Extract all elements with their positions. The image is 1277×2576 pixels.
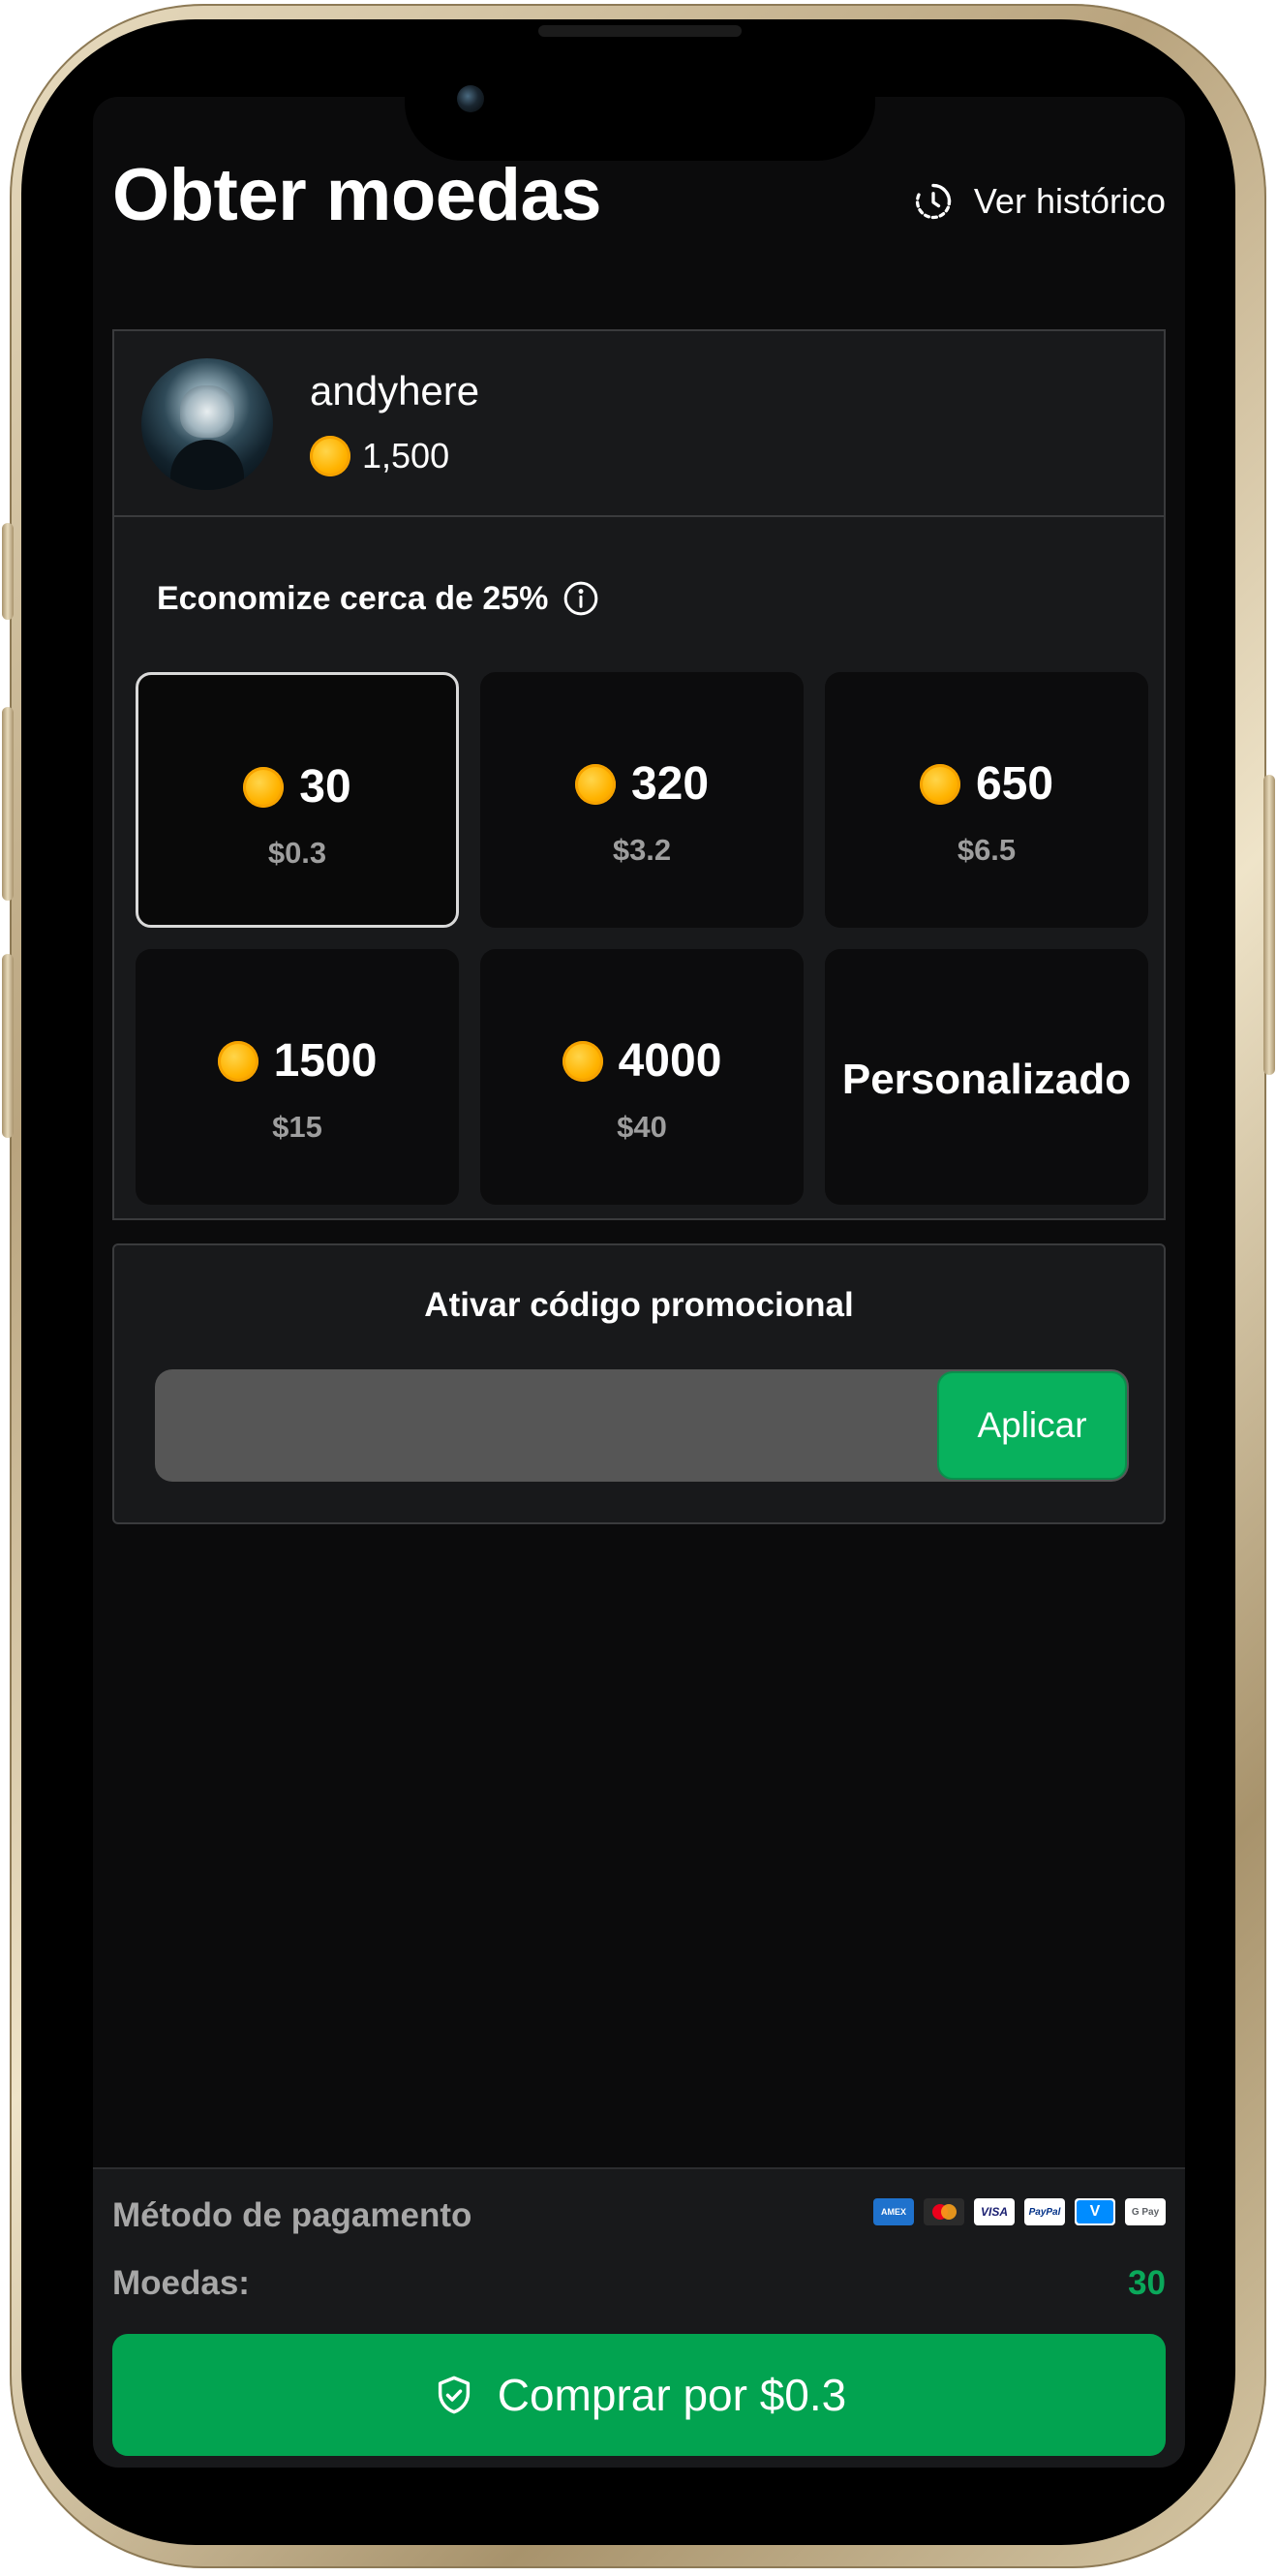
promo-title: Ativar código promocional bbox=[424, 1286, 854, 1324]
amex-icon: AMEX bbox=[873, 2198, 914, 2225]
package-price: $3.2 bbox=[612, 833, 672, 867]
custom-amount-label: Personalizado bbox=[841, 1056, 1132, 1103]
volume-down-button bbox=[2, 954, 14, 1138]
volume-up-button bbox=[2, 707, 14, 901]
coin-balance-value: 1,500 bbox=[362, 436, 450, 475]
package-coin-amount: 650 bbox=[975, 758, 1054, 810]
coin-packages-card: andyhere 1,500 Economize cerca de 25% 30… bbox=[112, 329, 1166, 1220]
coin-icon bbox=[243, 766, 285, 808]
coin-balance: 1,500 bbox=[310, 436, 449, 476]
package-option-650[interactable]: 650 $6.5 bbox=[825, 672, 1148, 928]
avatar bbox=[141, 358, 273, 490]
power-button bbox=[1263, 775, 1275, 1075]
username: andyhere bbox=[310, 368, 480, 414]
package-option-320[interactable]: 320 $3.2 bbox=[480, 672, 804, 928]
package-price: $0.3 bbox=[267, 836, 327, 870]
savings-notice: Economize cerca de 25% bbox=[157, 579, 600, 618]
coin-icon bbox=[310, 436, 350, 476]
checkout-panel: Método de pagamento AMEX VISA PayPal V G… bbox=[93, 2167, 1185, 2468]
package-option-1500[interactable]: 1500 $15 bbox=[136, 949, 459, 1205]
package-amount: 650 bbox=[825, 757, 1148, 811]
payment-method-label: Método de pagamento bbox=[112, 2196, 472, 2234]
buy-button[interactable]: Comprar por $0.3 bbox=[112, 2334, 1166, 2456]
history-icon bbox=[915, 183, 952, 220]
visa-icon: VISA bbox=[974, 2198, 1015, 2225]
savings-text: Economize cerca de 25% bbox=[157, 579, 549, 617]
package-option-30[interactable]: 30 $0.3 bbox=[136, 672, 459, 928]
package-amount: 30 bbox=[138, 760, 456, 813]
payment-method-icons[interactable]: AMEX VISA PayPal V G Pay bbox=[873, 2198, 1166, 2225]
package-price: $6.5 bbox=[957, 833, 1017, 867]
package-price: $40 bbox=[617, 1110, 667, 1144]
buy-button-label: Comprar por $0.3 bbox=[497, 2370, 847, 2420]
coin-icon bbox=[574, 763, 616, 805]
google-pay-icon: G Pay bbox=[1125, 2198, 1166, 2225]
package-price: $15 bbox=[272, 1110, 322, 1144]
apply-promo-button[interactable]: Aplicar bbox=[937, 1371, 1127, 1480]
promo-code-card: Ativar código promocional Aplicar bbox=[112, 1243, 1166, 1524]
package-option-custom[interactable]: Personalizado bbox=[825, 949, 1148, 1205]
package-coin-amount: 30 bbox=[299, 761, 351, 813]
coin-icon bbox=[919, 763, 960, 805]
coins-value: 30 bbox=[1128, 2264, 1166, 2302]
package-coin-amount: 4000 bbox=[618, 1035, 722, 1087]
speaker-grille bbox=[538, 25, 742, 37]
user-summary: andyhere 1,500 bbox=[114, 331, 1164, 517]
page-title: Obter moedas bbox=[112, 154, 602, 236]
package-amount: 320 bbox=[480, 757, 804, 811]
package-amount: 4000 bbox=[480, 1034, 804, 1088]
history-label: Ver histórico bbox=[973, 181, 1166, 221]
package-coin-amount: 1500 bbox=[273, 1035, 378, 1087]
package-option-4000[interactable]: 4000 $40 bbox=[480, 949, 804, 1205]
shield-check-icon bbox=[438, 2376, 470, 2414]
front-camera bbox=[457, 85, 484, 112]
coin-icon bbox=[217, 1040, 258, 1082]
paypal-icon: PayPal bbox=[1024, 2198, 1065, 2225]
mastercard-icon bbox=[924, 2198, 964, 2225]
info-icon[interactable] bbox=[562, 579, 600, 618]
venmo-icon: V bbox=[1075, 2198, 1115, 2225]
package-amount: 1500 bbox=[136, 1034, 459, 1088]
history-link[interactable]: Ver histórico bbox=[912, 180, 1166, 223]
package-coin-amount: 320 bbox=[630, 758, 710, 810]
app-screen: Obter moedas Ver histórico andyhere 1,50… bbox=[93, 97, 1185, 2468]
mute-switch bbox=[2, 523, 14, 620]
coins-label: Moedas: bbox=[112, 2264, 250, 2302]
coin-icon bbox=[562, 1040, 603, 1082]
